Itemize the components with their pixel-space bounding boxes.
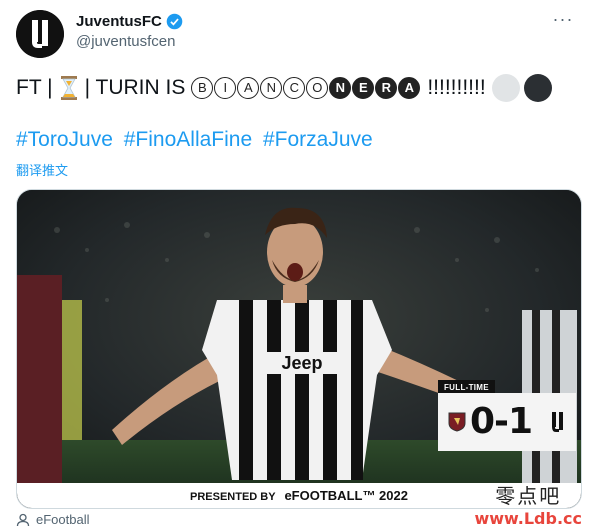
juventus-crest-icon [552,412,563,432]
black-circle-icon [523,74,552,102]
media-source[interactable]: eFootball [16,512,89,527]
verified-badge-icon [166,13,183,30]
tweet-header: JuventusFC @juventusfcen ··· [16,10,576,60]
hashtag-list: #ToroJuve #FinoAllaFine #ForzaJuve [16,128,378,152]
watermark-url: www.Ldb.cc [474,509,582,528]
hashtag-link[interactable]: #ToroJuve [16,128,113,151]
hashtag-link[interactable]: #FinoAllaFine [124,128,252,151]
juventus-logo-icon [16,10,64,58]
media-source-text[interactable]: eFootball [36,512,89,527]
translate-tweet-link[interactable]: 翻译推文 [16,160,68,179]
display-name[interactable]: JuventusFC [76,13,183,30]
tweet-media-image[interactable]: Jeep FULL-TIME 0-1 PRESENTED BY eFOOTBAL… [16,189,582,509]
circled-letter: A [237,77,260,99]
display-name-text[interactable]: JuventusFC [76,13,162,30]
negative-circled-letter: N [329,77,352,99]
avatar[interactable] [16,10,64,58]
tweet-mid: | TURIN IS [84,76,186,99]
sponsor-name: eFOOTBALL™ 2022 [284,488,408,503]
negative-circled-letter: E [352,77,375,99]
watermark-cn: 零点吧 [495,484,562,508]
circled-letter: N [260,77,283,99]
tweet-text: FT | | TURIN IS B I A N C O N E R A !!!!… [16,72,576,104]
more-options-icon[interactable]: ··· [550,10,576,32]
negative-circled-letter: R [375,77,398,99]
negative-circled-letter: A [398,77,421,99]
sponsor-prefix: PRESENTED BY [190,491,276,503]
account-handle[interactable]: @juventusfcen [76,33,183,50]
circled-letter: O [306,77,329,99]
shirt-sponsor-text: Jeep [281,353,322,373]
tweet-prefix: FT | [16,76,53,99]
white-circle-icon [491,74,520,102]
hourglass-icon [60,76,77,100]
torino-crest-icon [448,412,466,432]
full-time-scoreboard: FULL-TIME 0-1 [438,380,576,452]
circled-letter: C [283,77,306,99]
final-score: 0-1 [470,401,533,442]
score-box: 0-1 [438,393,576,451]
account-names: JuventusFC @juventusfcen [76,13,183,50]
hashtag-link[interactable]: #ForzaJuve [263,128,373,151]
watermark: 零点吧 www.Ldb.cc [474,480,582,528]
celebration-photo: Jeep [17,190,581,508]
circled-letter: B [191,77,214,99]
user-icon [16,513,30,526]
tweet-exclaims: !!!!!!!!!! [427,76,486,99]
circled-letter: I [214,77,237,99]
